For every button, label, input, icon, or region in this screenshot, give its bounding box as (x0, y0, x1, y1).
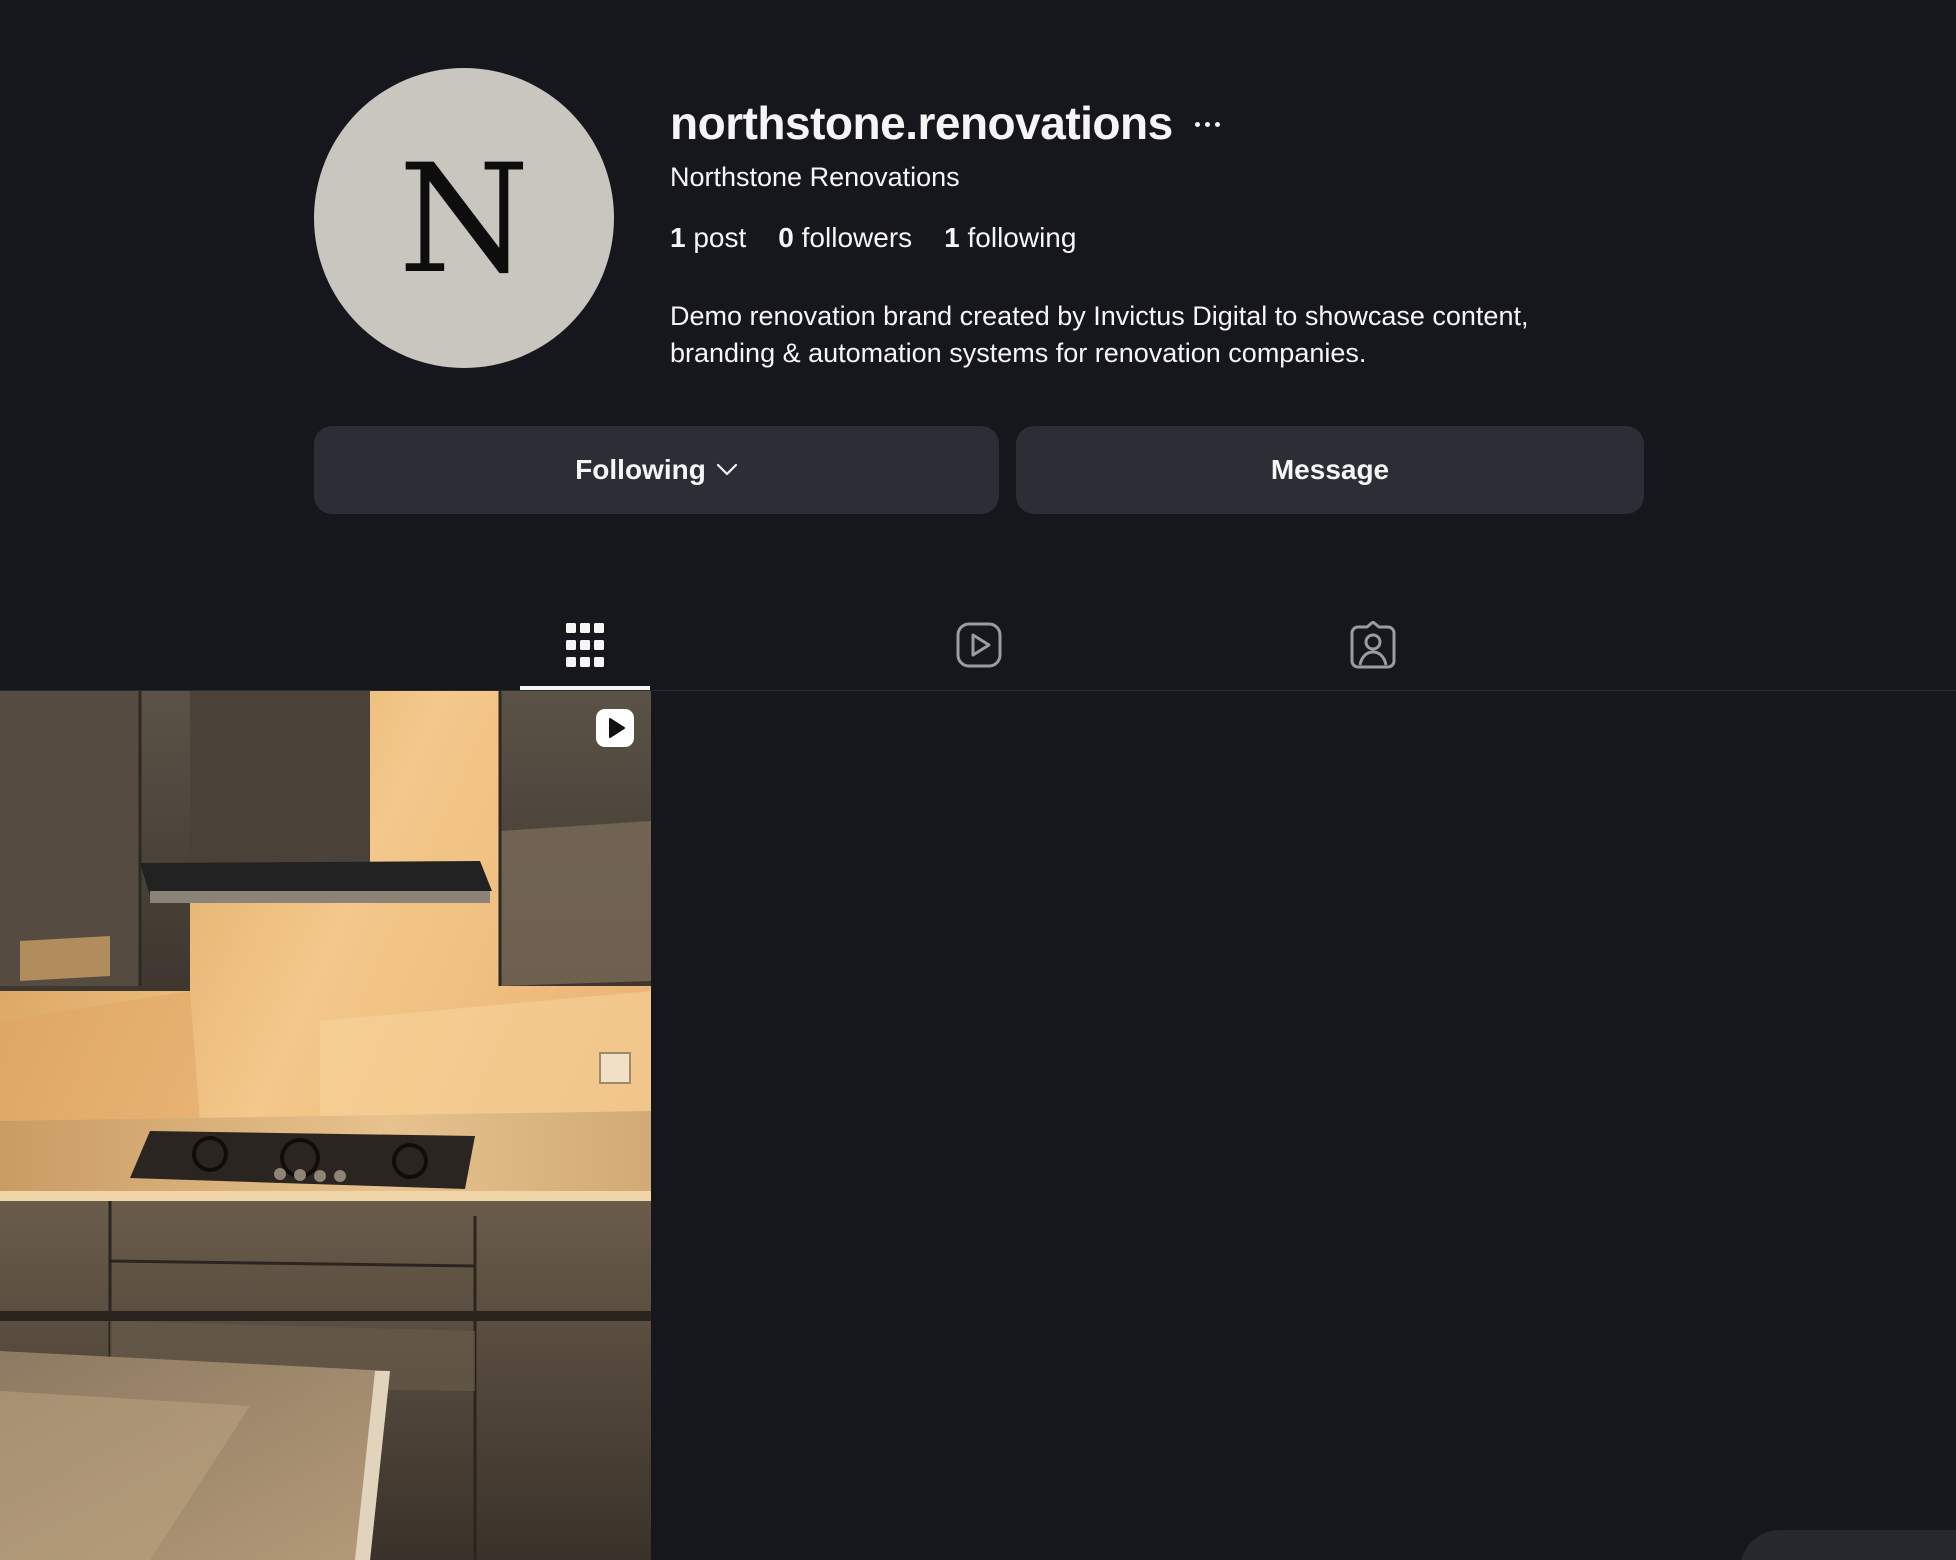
chevron-down-icon (716, 463, 738, 477)
following-label: following (967, 222, 1077, 253)
following-button-label: Following (575, 454, 706, 485)
profile-stats: 1 post 0 followers 1 following (670, 222, 1076, 254)
following-count: 1 (944, 222, 960, 253)
posts-stat: 1 post (670, 222, 746, 254)
tab-posts[interactable] (520, 605, 650, 690)
bio: Demo renovation brand created by Invictu… (670, 298, 1630, 372)
message-button[interactable]: Message (1016, 426, 1644, 514)
message-button-label: Message (1270, 454, 1390, 485)
more-options-icon[interactable] (1194, 94, 1220, 152)
username-row: northstone.renovations (670, 95, 1220, 151)
following-stat[interactable]: 1 following (944, 222, 1076, 254)
posts-label: post (693, 222, 747, 253)
username: northstone.renovations (670, 97, 1173, 149)
bio-line: Demo renovation brand created by Invictu… (670, 301, 1529, 331)
reels-icon (956, 622, 1002, 673)
messages-widget[interactable] (1740, 1530, 1956, 1560)
post-thumbnail[interactable] (0, 691, 651, 1560)
avatar[interactable]: N (314, 68, 614, 368)
reel-play-icon (596, 709, 634, 747)
tab-reels[interactable] (914, 605, 1044, 690)
posts-count: 1 (670, 222, 686, 253)
bio-line: branding & automation systems for renova… (670, 338, 1367, 368)
followers-stat[interactable]: 0 followers (778, 222, 912, 254)
followers-count: 0 (778, 222, 794, 253)
followers-label: followers (801, 222, 913, 253)
following-button[interactable]: Following (314, 426, 999, 514)
tab-tagged[interactable] (1308, 605, 1438, 690)
kitchen-photo (0, 691, 651, 1560)
grid-icon (566, 623, 604, 672)
profile-page: N northstone.renovations Northstone Reno… (0, 0, 1956, 1560)
display-name: Northstone Renovations (670, 162, 960, 192)
avatar-letter: N (398, 133, 530, 307)
tagged-icon (1350, 620, 1396, 674)
